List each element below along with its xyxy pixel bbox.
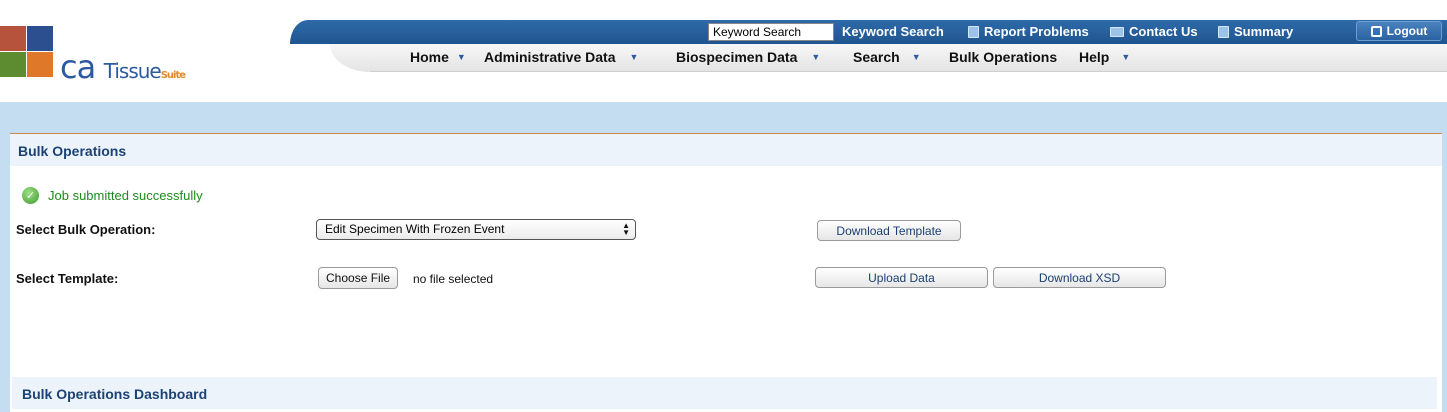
report-problems-link[interactable]: Report Problems — [968, 24, 1089, 39]
menu-home-label: Home — [410, 49, 449, 65]
download-xsd-label: Download XSD — [1038, 270, 1121, 285]
header: ca TissueSuite Keyword Search Report Pro… — [0, 0, 1447, 102]
logout-label: Logout — [1386, 24, 1428, 38]
mail-icon — [1110, 26, 1124, 37]
logo-text: ca TissueSuite — [60, 48, 186, 86]
contact-us-link[interactable]: Contact Us — [1110, 24, 1198, 39]
chevron-down-icon: ▼ — [629, 52, 639, 62]
menu-bulk-operations[interactable]: Bulk Operations — [949, 48, 1057, 66]
upload-data-button[interactable]: Upload Data — [815, 267, 988, 288]
catissue-logo[interactable]: ca TissueSuite — [0, 26, 200, 86]
bulk-operation-selected: Edit Specimen With Frozen Event — [325, 222, 505, 236]
document-icon — [968, 25, 979, 38]
upload-data-label: Upload Data — [868, 270, 935, 285]
menu-biospecimen-data-label: Biospecimen Data — [676, 49, 798, 65]
check-circle-icon: ✓ — [22, 187, 39, 204]
select-template-label: Select Template: — [16, 271, 119, 286]
dashboard-title: Bulk Operations Dashboard — [12, 377, 1437, 409]
menu-administrative-data[interactable]: Administrative Data ▼ — [484, 48, 638, 66]
logo-tiles-icon — [0, 26, 54, 78]
menu-help[interactable]: Help ▼ — [1079, 48, 1130, 66]
menu-administrative-data-label: Administrative Data — [484, 49, 616, 65]
logout-icon — [1370, 25, 1382, 37]
menu-search-label: Search — [853, 49, 900, 65]
keyword-search-input[interactable] — [708, 23, 834, 41]
logo-suite: Suite — [160, 70, 186, 81]
menu-home[interactable]: Home ▼ — [410, 48, 466, 66]
success-message: ✓ Job submitted successfully — [22, 187, 203, 204]
select-operation-label: Select Bulk Operation: — [16, 222, 156, 237]
page-title: Bulk Operations — [10, 134, 1442, 166]
keyword-search-label: Keyword Search — [842, 24, 944, 39]
summary-icon — [1218, 25, 1229, 38]
keyword-search-link[interactable]: Keyword Search — [842, 24, 944, 39]
menu-biospecimen-data[interactable]: Biospecimen Data ▼ — [676, 48, 820, 66]
download-template-label: Download Template — [836, 223, 942, 238]
logo-name: Tissue — [103, 59, 162, 83]
chevron-down-icon: ▼ — [811, 52, 821, 62]
menu-bulk-operations-label: Bulk Operations — [949, 49, 1058, 65]
bulk-operations-panel: Bulk Operations ✓ Job submitted successf… — [10, 133, 1442, 412]
chevron-down-icon: ▼ — [1121, 52, 1131, 62]
download-template-button[interactable]: Download Template — [817, 220, 961, 241]
file-status: no file selected — [413, 272, 494, 286]
chevron-down-icon: ▼ — [911, 52, 921, 62]
summary-link[interactable]: Summary — [1218, 24, 1293, 39]
summary-label: Summary — [1234, 24, 1294, 39]
menu-help-label: Help — [1079, 49, 1110, 65]
download-xsd-button[interactable]: Download XSD — [993, 267, 1166, 288]
bulk-operation-select[interactable]: Edit Specimen With Frozen Event ▲ ▼ — [316, 219, 636, 240]
menu-search[interactable]: Search ▼ — [853, 48, 921, 66]
choose-file-button[interactable]: Choose File — [318, 267, 399, 289]
choose-file-label: Choose File — [326, 271, 391, 285]
success-message-text: Job submitted successfully — [48, 188, 203, 203]
report-problems-label: Report Problems — [984, 24, 1089, 39]
logo-brand: ca — [60, 48, 96, 86]
contact-us-label: Contact Us — [1129, 24, 1198, 39]
logout-button[interactable]: Logout — [1356, 21, 1442, 41]
select-arrows-icon: ▲ ▼ — [622, 221, 630, 237]
chevron-down-icon: ▼ — [456, 52, 466, 62]
